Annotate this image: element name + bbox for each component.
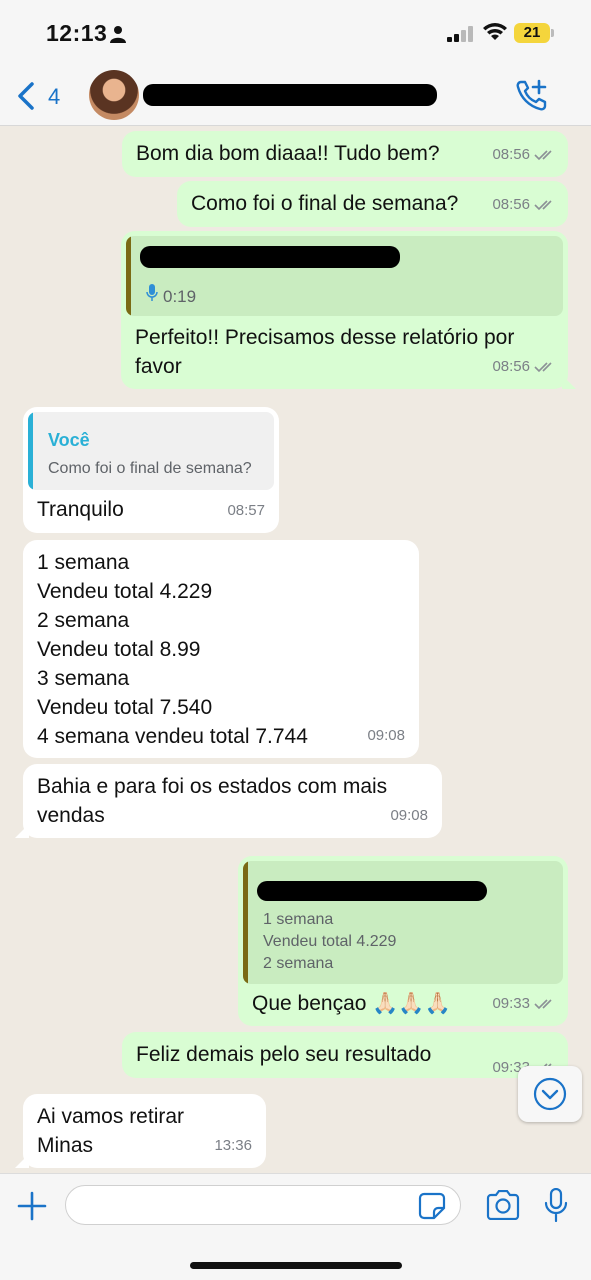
plus-icon[interactable] — [16, 1190, 48, 1222]
message-time: 08:56 — [492, 358, 530, 375]
read-ticks-icon — [534, 998, 552, 1009]
microphone-icon[interactable] — [544, 1188, 568, 1222]
chevron-down-icon — [533, 1077, 567, 1111]
person-icon — [110, 26, 126, 43]
scroll-to-bottom-button[interactable] — [518, 1066, 582, 1122]
quote-line: 1 semana — [263, 911, 334, 928]
message-text: Ai vamos retirar Minas — [37, 1105, 185, 1157]
add-call-icon[interactable] — [515, 78, 549, 112]
quote-line: Vendeu total 4.229 — [263, 933, 397, 950]
message-outgoing[interactable]: 0:19 Perfeito!! Precisamos desse relatór… — [121, 231, 576, 389]
read-ticks-icon — [534, 199, 552, 210]
home-indicator — [190, 1262, 402, 1269]
back-unread-count[interactable]: 4 — [48, 84, 60, 110]
redaction-mark — [257, 881, 487, 901]
message-line: Vendeu total 8.99 — [37, 638, 201, 661]
redaction-mark — [143, 84, 437, 106]
message-line: 1 semana — [37, 551, 130, 574]
microphone-icon — [146, 284, 158, 301]
message-outgoing[interactable]: Feliz demais pelo seu resultado 09:33 — [122, 1032, 576, 1078]
status-bar: 12:13 21 — [0, 0, 591, 64]
message-time: 13:36 — [214, 1137, 252, 1154]
status-time: 12:13 — [46, 20, 108, 46]
message-text: Tranquilo — [37, 498, 124, 521]
message-text: Que bençao 🙏🏻🙏🏻🙏🏻 — [252, 992, 451, 1015]
message-time: 09:33 — [492, 995, 530, 1012]
message-text: Como foi o final de semana? — [191, 192, 459, 215]
message-text: Bom dia bom diaaa!! Tudo bem? — [136, 142, 440, 165]
message-line: Vendeu total 7.540 — [37, 696, 213, 719]
audio-duration: 0:19 — [163, 287, 197, 306]
quote-line: 2 semana — [263, 955, 334, 972]
message-input[interactable] — [65, 1185, 461, 1225]
quoted-message[interactable]: 1 semana Vendeu total 4.229 2 semana — [243, 861, 563, 984]
message-line: 4 semana vendeu total 7.744 — [37, 725, 308, 748]
message-meta: 09:08 — [390, 801, 428, 830]
battery-icon: 21 — [514, 23, 554, 43]
avatar[interactable] — [89, 70, 139, 120]
message-text: Perfeito!! Precisamos desse relatório po… — [135, 326, 515, 378]
message-line: 2 semana — [37, 609, 130, 632]
message-meta: 08:56 — [492, 190, 556, 219]
signal-icon — [447, 26, 473, 42]
read-ticks-icon — [534, 361, 552, 372]
message-time: 08:56 — [492, 196, 530, 213]
chevron-left-icon[interactable] — [16, 82, 36, 110]
message-meta: 08:56 — [492, 352, 556, 381]
redaction-mark — [140, 246, 400, 268]
message-outgoing[interactable]: Bom dia bom diaaa!! Tudo bem? 08:56 — [122, 131, 568, 177]
quote-author: Você — [48, 430, 90, 450]
message-composer — [0, 1173, 591, 1280]
message-time: 08:56 — [492, 146, 530, 163]
message-text: Feliz demais pelo seu resultado — [136, 1043, 432, 1066]
message-text: Bahia e para foi os estados com mais ven… — [37, 775, 388, 827]
chat-messages[interactable]: Bom dia bom diaaa!! Tudo bem? 08:56 Como… — [0, 127, 591, 1173]
message-line: Vendeu total 4.229 — [37, 580, 213, 603]
message-incoming[interactable]: 1 semana Vendeu total 4.229 2 semana Ven… — [23, 540, 419, 758]
message-meta: 08:56 — [492, 140, 556, 169]
camera-icon[interactable] — [485, 1190, 521, 1220]
message-incoming[interactable]: Você Como foi o final de semana? Tranqui… — [23, 407, 279, 533]
message-time: 09:08 — [390, 807, 428, 824]
quote-text: Como foi o final de semana? — [48, 460, 252, 477]
chat-header: 4 — [0, 64, 591, 126]
sticker-icon[interactable] — [418, 1192, 446, 1220]
quoted-audio[interactable]: 0:19 — [126, 236, 563, 316]
message-incoming[interactable]: Bahia e para foi os estados com mais ven… — [15, 764, 442, 838]
wifi-icon — [483, 23, 507, 40]
message-meta: 13:36 — [214, 1131, 252, 1160]
message-outgoing[interactable]: 1 semana Vendeu total 4.229 2 semana Que… — [238, 856, 568, 1026]
read-ticks-icon — [534, 149, 552, 160]
message-time: 08:57 — [227, 502, 265, 519]
message-meta: 09:08 — [367, 721, 405, 750]
message-incoming[interactable]: Ai vamos retirar Minas 13:36 — [15, 1094, 266, 1168]
message-meta: 08:57 — [227, 496, 265, 525]
message-line: 3 semana — [37, 667, 130, 690]
message-time: 09:08 — [367, 727, 405, 744]
battery-level: 21 — [514, 23, 550, 43]
quoted-message[interactable]: Você Como foi o final de semana? — [28, 412, 274, 490]
message-meta: 09:33 — [492, 989, 556, 1018]
message-outgoing[interactable]: Como foi o final de semana? 08:56 — [177, 181, 568, 227]
